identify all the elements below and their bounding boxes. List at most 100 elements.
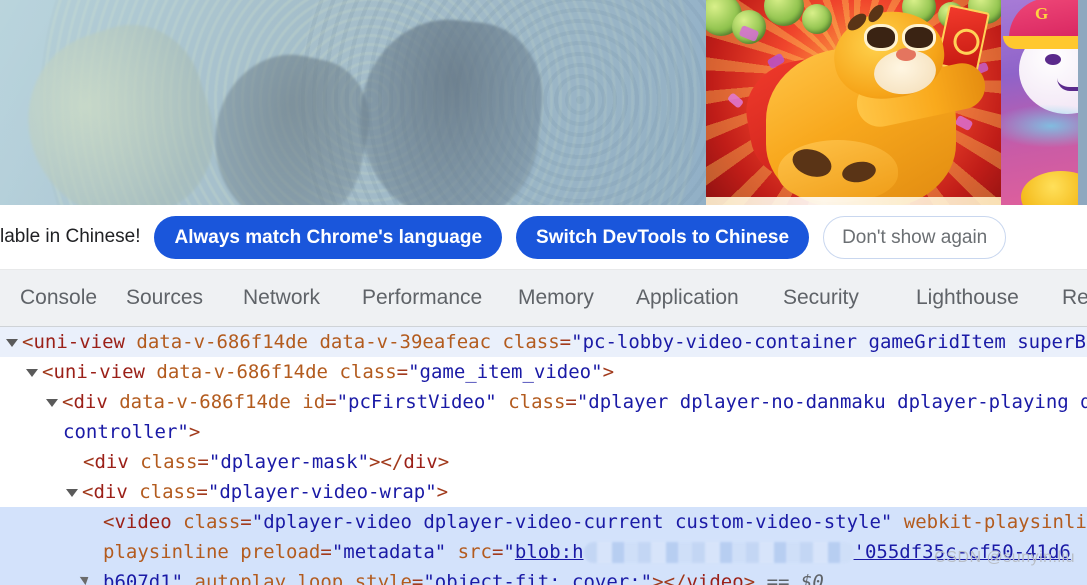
dom-token-punc: >	[743, 571, 756, 585]
sunglasses-icon	[864, 24, 898, 51]
dom-token-attr: id	[290, 391, 326, 413]
dom-token-tagr: div	[73, 391, 108, 413]
expand-triangle-icon[interactable]	[46, 398, 58, 407]
dom-token-punc: =	[396, 361, 409, 383]
dom-token-eq: ==	[755, 571, 801, 585]
dom-token-val: "dplayer dplayer-no-danmaku dplayer-play…	[576, 391, 1087, 413]
dom-token-val: "	[171, 571, 184, 585]
dom-token-attr: preload	[228, 541, 321, 563]
dom-token-punc: <	[62, 391, 74, 413]
dom-line[interactable]: <uni-view data-v-686f14de data-v-39eafea…	[0, 327, 1087, 357]
tab-security[interactable]: Security	[783, 286, 859, 310]
pig-card[interactable]: G	[1001, 0, 1078, 205]
dom-token-punc: =	[411, 571, 424, 585]
dont-show-again-button[interactable]: Don't show again	[823, 215, 1007, 259]
dom-token-tagr: video	[114, 511, 172, 533]
dom-token-dollar: $0	[800, 571, 824, 585]
fish-video-card[interactable]	[0, 0, 706, 205]
notification-message: lable in Chinese!	[0, 226, 141, 247]
dom-token-punc: =	[196, 481, 208, 503]
dom-token-attr: class	[491, 331, 560, 353]
dom-token-attr: class	[127, 481, 197, 503]
dom-token-attr: data-v-39eafeac	[308, 331, 492, 353]
dom-token-val: "game_item_video"	[408, 361, 603, 383]
dom-token-val: "dplayer-video dplayer-video-current cus…	[251, 511, 893, 533]
dom-token-val: controller"	[63, 421, 189, 443]
redacted-url-blur	[583, 542, 854, 563]
switch-devtools-to-chinese-button[interactable]: Switch DevTools to Chinese	[516, 215, 810, 259]
dom-token-punc: >	[369, 451, 381, 473]
dom-token-punc: =	[320, 541, 332, 563]
dom-token-punc: <	[42, 361, 54, 383]
expand-triangle-icon[interactable]	[26, 368, 38, 377]
dom-token-punc: =	[559, 331, 572, 353]
dom-token-punc: <	[83, 451, 95, 473]
dom-token-attr: class	[328, 361, 397, 383]
dom-token-punc: >	[188, 421, 201, 443]
tab-application[interactable]: Application	[636, 286, 739, 310]
dom-line[interactable]: controller">	[0, 417, 1087, 447]
devtools-tabstrip[interactable]: Console Sources Network Performance Memory Ap…	[0, 270, 1087, 327]
dom-token-attr: webkit-playsinli	[892, 511, 1087, 533]
fortune-title-band	[706, 197, 1001, 205]
tab-sources[interactable]: Sources	[126, 286, 203, 310]
dom-token-punc: >	[602, 361, 615, 383]
dom-token-tagr: div	[93, 481, 128, 503]
expand-triangle-icon[interactable]	[6, 338, 18, 347]
tab-lighthouse[interactable]: Lighthouse	[916, 286, 1019, 310]
pig-cap-brim	[1003, 36, 1078, 49]
dom-token-tagr: div	[403, 451, 438, 473]
dom-token-punc: </	[380, 451, 404, 473]
dom-token-attr: style	[343, 571, 412, 585]
dom-token-attr: class	[171, 511, 241, 533]
dom-token-attr: src	[446, 541, 492, 563]
coin-icon	[802, 4, 832, 34]
pig-cap-letter: G	[1035, 4, 1049, 23]
always-match-chrome-language-button[interactable]: Always match Chrome's language	[154, 215, 503, 259]
dom-token-punc: </	[663, 571, 687, 585]
dom-token-attr: playsinline	[103, 541, 229, 563]
dom-token-link[interactable]: blob:h	[515, 541, 584, 563]
dom-token-tagr: uni-view	[33, 331, 125, 353]
pig-coin-bottom	[1021, 171, 1078, 205]
tab-memory[interactable]: Memory	[518, 286, 594, 310]
pig-glow-decoration	[1001, 104, 1078, 148]
dom-line[interactable]: playsinline preload="metadata" src="blob…	[0, 537, 1087, 567]
dom-line[interactable]: b607d1" autoplay loop style="object-fit:…	[0, 567, 1087, 585]
dom-token-punc: >	[437, 451, 450, 473]
dom-token-attr: class	[128, 451, 198, 473]
dom-token-attr: autoplay	[183, 571, 287, 585]
dom-token-punc: >	[436, 481, 449, 503]
pig-eye	[1045, 54, 1061, 65]
dom-line[interactable]: <div data-v-686f14de id="pcFirstVideo" c…	[0, 387, 1087, 417]
dom-token-punc: <	[82, 481, 94, 503]
dom-line[interactable]: <video class="dplayer-video dplayer-vide…	[0, 507, 1087, 537]
expand-triangle-icon[interactable]	[66, 488, 78, 497]
dom-line[interactable]: <uni-view data-v-686f14de class="game_it…	[0, 357, 1087, 387]
tab-performance[interactable]: Performance	[362, 286, 482, 310]
tiger-fortune-card[interactable]	[706, 0, 1001, 205]
dom-token-val: "pcFirstVideo"	[336, 391, 497, 413]
dom-token-val: "dplayer-mask"	[208, 451, 370, 473]
tab-re[interactable]: Re	[1062, 286, 1087, 310]
tiger-leg	[778, 140, 898, 202]
dom-token-punc: =	[491, 541, 504, 563]
dom-token-attr: class	[496, 391, 566, 413]
dom-token-val: "pc-lobby-video-container gameGridItem s…	[571, 331, 1086, 353]
dom-token-punc: =	[240, 511, 252, 533]
tab-network[interactable]: Network	[243, 286, 320, 310]
dom-token-link[interactable]: b607d1	[103, 571, 172, 585]
dom-token-tagr: uni-view	[53, 361, 145, 383]
dom-token-val: "metadata"	[331, 541, 447, 563]
dom-token-attr: data-v-686f14de	[124, 331, 308, 353]
dom-token-punc: >	[652, 571, 664, 585]
dom-token-attr: loop	[286, 571, 344, 585]
dom-line[interactable]: <div class="dplayer-video-wrap">	[0, 477, 1087, 507]
dom-token-punc: <	[22, 331, 34, 353]
dom-token-punc: =	[565, 391, 577, 413]
tab-console[interactable]: Console	[20, 286, 97, 310]
dom-token-val: "dplayer-video-wrap"	[207, 481, 437, 503]
dom-token-punc: =	[197, 451, 209, 473]
elements-dom-tree[interactable]: <uni-view data-v-686f14de data-v-39eafea…	[0, 327, 1087, 585]
dom-line[interactable]: <div class="dplayer-mask"></div>	[0, 447, 1087, 477]
